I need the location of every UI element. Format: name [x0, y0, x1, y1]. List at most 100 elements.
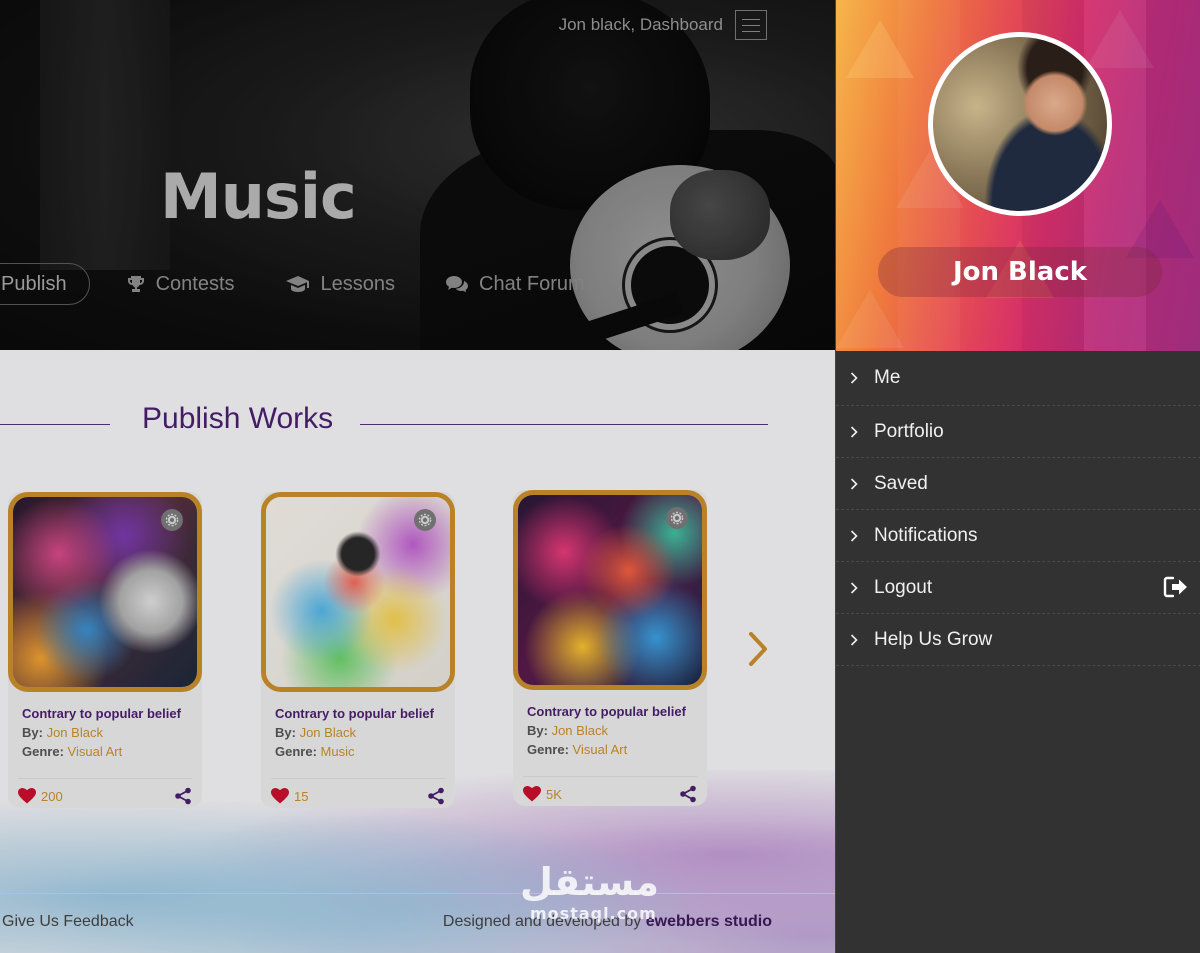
- like-count: 5K: [546, 786, 562, 802]
- section-divider-left: [0, 424, 110, 425]
- work-card[interactable]: Contrary to popular belief By: Jon Black…: [261, 492, 455, 808]
- work-meta: Contrary to popular belief By: Jon Black…: [275, 706, 445, 763]
- hero-banner: Jon black, Dashboard Music Publish Conte…: [0, 0, 835, 350]
- work-title[interactable]: Contrary to popular belief: [22, 706, 192, 721]
- drawer-item-label: Me: [874, 367, 901, 388]
- hero-nav: Publish Contests Lessons Chat Forum: [0, 263, 635, 305]
- drawer-profile-header: Jon Black: [836, 0, 1200, 351]
- work-author-label: By:: [527, 723, 548, 738]
- work-author-label: By:: [22, 725, 43, 740]
- chevron-right-icon[interactable]: [748, 632, 768, 666]
- share-icon[interactable]: [174, 787, 192, 805]
- drawer-item-logout[interactable]: Logout: [836, 562, 1200, 614]
- logout-icon[interactable]: [1163, 576, 1189, 598]
- chevron-right-icon: [850, 581, 864, 594]
- section-header: Publish Works: [0, 402, 835, 442]
- hamburger-line: [742, 30, 760, 32]
- share-icon[interactable]: [427, 787, 445, 805]
- drawer-item-label: Saved: [874, 472, 928, 494]
- work-artwork-frame[interactable]: [8, 492, 202, 692]
- work-artwork-frame[interactable]: [261, 492, 455, 692]
- nav-item-label: Contests: [155, 272, 235, 295]
- drawer-item-label: Portfolio: [874, 420, 944, 442]
- work-author-line: By: Jon Black: [275, 725, 445, 740]
- profile-name: Jon Black: [952, 257, 1088, 287]
- chevron-right-icon: [850, 477, 864, 490]
- graduation-cap-icon: [285, 276, 309, 292]
- like-count: 15: [294, 788, 309, 804]
- nav-item-lessons[interactable]: Lessons: [285, 272, 396, 296]
- work-author-line: By: Jon Black: [22, 725, 192, 740]
- work-genre-label: Genre:: [22, 744, 64, 759]
- share-icon[interactable]: [679, 785, 697, 803]
- gear-icon[interactable]: [414, 509, 436, 531]
- work-card-footer: 200: [18, 778, 192, 805]
- nav-item-label: Publish: [1, 272, 67, 295]
- drawer-item-portfolio[interactable]: Portfolio: [836, 406, 1200, 458]
- like-count: 200: [41, 788, 63, 804]
- watermark-arabic: مستقل: [520, 860, 659, 904]
- pattern-triangle: [846, 20, 914, 78]
- work-artwork-frame[interactable]: [513, 490, 707, 690]
- drawer-item-help-us-grow[interactable]: Help Us Grow: [836, 614, 1200, 666]
- work-genre[interactable]: Visual Art: [68, 744, 123, 759]
- work-author[interactable]: Jon Black: [552, 723, 608, 738]
- work-card[interactable]: Contrary to popular belief By: Jon Black…: [8, 492, 202, 808]
- nav-item-chat-forum[interactable]: Chat Forum: [445, 273, 585, 296]
- nav-item-label: Lessons: [320, 272, 396, 295]
- section-divider-right: [360, 424, 768, 425]
- work-author-line: By: Jon Black: [527, 723, 697, 738]
- work-genre[interactable]: Music: [321, 744, 355, 759]
- like-button[interactable]: 15: [271, 788, 308, 804]
- chat-icon: [446, 276, 469, 292]
- heart-icon: [271, 788, 289, 804]
- nav-item-label: Chat Forum: [479, 272, 585, 295]
- page-footer: Give Us Feedback Designed and developed …: [0, 893, 835, 953]
- drawer-item-saved[interactable]: Saved: [836, 458, 1200, 510]
- work-title[interactable]: Contrary to popular belief: [527, 704, 697, 719]
- drawer-item-notifications[interactable]: Notifications: [836, 510, 1200, 562]
- nav-item-contests[interactable]: Contests: [126, 273, 235, 296]
- content-area: Publish Works Contrary to popular belief…: [0, 350, 835, 953]
- work-author[interactable]: Jon Black: [300, 725, 356, 740]
- page-title: Music: [160, 160, 357, 233]
- main-app-area: Jon black, Dashboard Music Publish Conte…: [0, 0, 835, 953]
- feedback-link[interactable]: Give Us Feedback: [2, 913, 134, 931]
- work-title[interactable]: Contrary to popular belief: [275, 706, 445, 721]
- drawer-item-label: Notifications: [874, 524, 978, 546]
- section-title: Publish Works: [142, 402, 334, 435]
- nav-item-publish[interactable]: Publish: [0, 263, 90, 305]
- drawer-item-label: Logout: [874, 576, 933, 598]
- work-author-label: By:: [275, 725, 296, 740]
- chevron-right-icon: [850, 372, 864, 384]
- heart-icon: [18, 788, 36, 804]
- trophy-icon: [127, 276, 144, 292]
- gear-icon[interactable]: [161, 509, 183, 531]
- watermark-logo: مستقل mostaql.com: [520, 860, 670, 930]
- like-button[interactable]: 5K: [523, 786, 562, 802]
- work-genre-line: Genre: Visual Art: [22, 744, 192, 759]
- pattern-triangle: [836, 290, 904, 348]
- user-dashboard-link[interactable]: Jon black, Dashboard: [559, 15, 723, 35]
- work-genre-line: Genre: Music: [275, 744, 445, 759]
- gear-icon[interactable]: [666, 507, 688, 529]
- like-button[interactable]: 200: [18, 788, 63, 804]
- work-genre-label: Genre:: [275, 744, 317, 759]
- work-genre-line: Genre: Visual Art: [527, 742, 697, 757]
- hamburger-menu-button[interactable]: [735, 10, 767, 40]
- watermark-latin: mostaql.com: [530, 904, 657, 923]
- pattern-triangle: [1086, 10, 1154, 68]
- work-meta: Contrary to popular belief By: Jon Black…: [22, 706, 192, 763]
- work-genre[interactable]: Visual Art: [573, 742, 628, 757]
- work-author[interactable]: Jon Black: [47, 725, 103, 740]
- work-meta: Contrary to popular belief By: Jon Black…: [527, 704, 697, 761]
- profile-name-plate: Jon Black: [878, 247, 1162, 297]
- drawer-item-me[interactable]: Me: [836, 351, 1200, 406]
- hamburger-line: [742, 18, 760, 20]
- avatar[interactable]: [928, 32, 1112, 216]
- work-card-footer: 5K: [523, 776, 697, 803]
- top-bar: Jon black, Dashboard: [559, 10, 767, 40]
- hamburger-line: [742, 24, 760, 26]
- heart-icon: [523, 786, 541, 802]
- work-card[interactable]: Contrary to popular belief By: Jon Black…: [513, 490, 707, 806]
